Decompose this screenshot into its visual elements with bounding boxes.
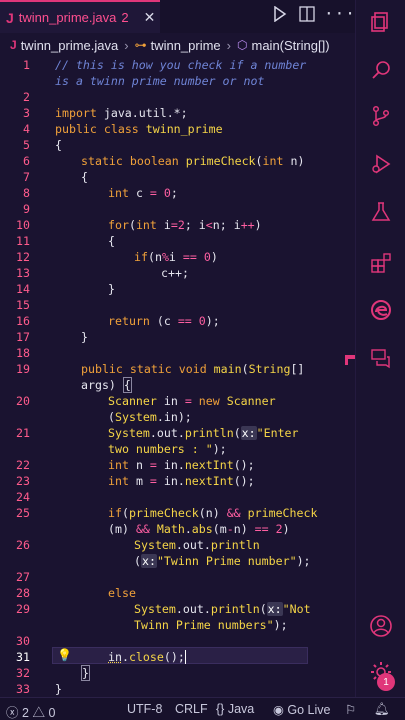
java-file-icon: J [10, 38, 17, 52]
class-symbol-icon: ⊶ [134, 38, 147, 52]
line-number: 11 [16, 234, 30, 248]
problems-indicator[interactable]: ⓧ 2 △ 0 [6, 702, 55, 720]
line-number: 24 [16, 490, 30, 504]
line-number: 5 [23, 138, 30, 152]
line-number: 33 [16, 682, 30, 696]
java-file-icon: J [6, 9, 14, 26]
breadcrumb: J twinn_prime.java › ⊶ twinn_prime › ⬡ m… [0, 33, 355, 57]
eol-indicator[interactable]: CRLF [175, 702, 208, 716]
line-number: 20 [16, 394, 30, 408]
line-number: 21 [16, 426, 30, 440]
line-number: 9 [23, 202, 30, 216]
tab-twinn-prime[interactable]: J twinn_prime.java 2 ✕ [0, 0, 160, 33]
tab-filename: twinn_prime.java [18, 10, 117, 25]
explorer-icon[interactable] [356, 2, 405, 42]
notification-badge: 1 [377, 673, 395, 691]
line-number: 14 [16, 282, 30, 296]
extensions-icon[interactable] [356, 242, 405, 282]
line-number: 12 [16, 250, 30, 264]
line-number: 28 [16, 586, 30, 600]
line-number: 22 [16, 458, 30, 472]
run-debug-icon[interactable] [356, 144, 405, 184]
editor-tab-bar: J twinn_prime.java 2 ✕ ··· [0, 0, 355, 33]
braces-icon: {} [216, 702, 225, 716]
line-number: 4 [23, 122, 30, 136]
error-icon: ⓧ [6, 706, 19, 720]
line-number: 2 [23, 90, 30, 104]
line-number: 30 [16, 634, 30, 648]
chevron-right-icon: › [124, 37, 129, 53]
line-number: 10 [16, 218, 30, 232]
line-number: 26 [16, 538, 30, 552]
language-indicator[interactable]: {} Java [216, 702, 254, 716]
line-number: 1 [23, 58, 30, 72]
line-number: 8 [23, 186, 30, 200]
scrollbar-marker [345, 355, 348, 365]
broadcast-icon: ◉ [273, 703, 284, 717]
line-number: 19 [16, 362, 30, 376]
activity-bar [355, 0, 405, 697]
line-number: 27 [16, 570, 30, 584]
go-live-button[interactable]: ◉ Go Live [273, 702, 331, 717]
line-number: 15 [16, 298, 30, 312]
line-number: 6 [23, 154, 30, 168]
line-number: 23 [16, 474, 30, 488]
tab-problem-count: 2 [121, 10, 129, 25]
line-number: 3 [23, 106, 30, 120]
close-icon[interactable]: ✕ [144, 9, 156, 26]
run-icon[interactable] [273, 5, 287, 26]
chat-icon[interactable] [356, 338, 405, 378]
line-number: 13 [16, 266, 30, 280]
line-number: 32 [16, 666, 30, 680]
status-bar: ⓧ 2 △ 0 UTF-8 CRLF {} Java ◉ Go Live ⚐ 🔔… [0, 697, 405, 720]
line-number: 25 [16, 506, 30, 520]
breadcrumb-file[interactable]: twinn_prime.java [21, 38, 119, 53]
bell-icon[interactable]: 🔔︎ [374, 702, 390, 717]
feedback-icon[interactable]: ⚐ [345, 702, 356, 717]
search-icon[interactable] [356, 50, 405, 90]
breadcrumb-class[interactable]: twinn_prime [151, 38, 221, 53]
warning-icon: △ [32, 706, 45, 720]
testing-flask-icon[interactable] [356, 192, 405, 232]
line-number: 17 [16, 330, 30, 344]
split-editor-icon[interactable] [299, 6, 315, 26]
encoding-indicator[interactable]: UTF-8 [127, 702, 162, 716]
line-number: 31 [16, 650, 30, 664]
method-symbol-icon: ⬡ [237, 38, 248, 52]
line-number: 16 [16, 314, 30, 328]
more-actions-icon[interactable]: ··· [324, 4, 356, 23]
code-editor[interactable]: 💡 // this is how you check if a number i… [0, 57, 355, 697]
chevron-right-icon: › [226, 37, 232, 53]
source-control-icon[interactable] [356, 96, 405, 136]
account-icon[interactable] [356, 606, 405, 646]
line-number: 7 [23, 170, 30, 184]
line-number: 18 [16, 346, 30, 360]
breadcrumb-method[interactable]: main(String[]) [252, 38, 330, 53]
line-number: 29 [16, 602, 30, 616]
edge-browser-icon[interactable] [356, 290, 405, 330]
